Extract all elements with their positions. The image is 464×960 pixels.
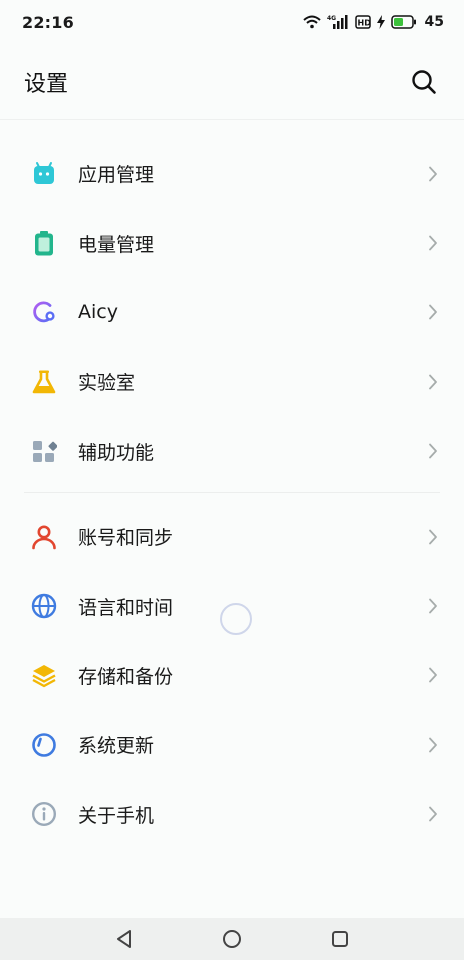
svg-text:4G: 4G [327,15,336,22]
svg-text:HD: HD [357,19,371,28]
chevron-right-icon [426,374,440,390]
page-title: 设置 [24,71,69,97]
layers-icon [31,662,57,688]
account-icon [31,524,57,550]
section-divider [24,492,440,493]
settings-item-battery[interactable]: 电量管理 [0,208,464,277]
loading-spinner [220,603,252,635]
search-icon [412,69,436,94]
home-circle-icon [223,930,241,948]
update-icon [31,732,57,758]
chevron-right-icon [426,166,440,182]
hd-call-icon: HD [354,15,371,29]
chevron-right-icon [426,235,440,251]
battery-icon [31,230,57,256]
settings-group-1: 应用管理 电量管理 Aicy 实验室 辅助功能 [0,139,464,486]
chevron-right-icon [426,668,440,683]
chevron-right-icon [426,305,440,320]
status-icons: 4G HD 45 [302,14,444,30]
aicy-icon [31,299,57,325]
settings-screen: 22:16 4G HD 45 设置 应用管理 电量管理 Aicy 实验室 辅助功… [0,0,464,960]
cellular-signal-icon: 4G [327,14,349,30]
settings-item-label: 实验室 [78,372,136,395]
back-triangle-icon [117,930,131,948]
status-time: 22:16 [22,12,74,32]
settings-item-about-phone[interactable]: 关于手机 [0,780,464,849]
chevron-right-icon [426,737,440,753]
settings-item-label: 系统更新 [78,735,155,758]
search-button[interactable] [408,66,440,98]
chevron-right-icon [426,806,440,822]
battery-icon [390,15,417,29]
settings-group-2: 账号和同步 语言和时间 存储和备份 系统更新 关于手机 [0,502,464,849]
wifi-icon [302,15,321,29]
settings-item-label: 语言和时间 [78,596,174,619]
globe-icon [31,593,57,619]
settings-item-lab[interactable]: 实验室 [0,347,464,416]
settings-item-label: Aicy [78,301,118,324]
recents-square-icon [332,931,348,947]
settings-item-storage-backup[interactable]: 存储和备份 [0,641,464,710]
navigation-bar [0,918,464,960]
settings-item-label: 电量管理 [78,233,155,256]
recents-button[interactable] [328,927,352,951]
settings-item-label: 关于手机 [78,804,155,827]
status-bar: 22:16 4G HD 45 [0,0,464,44]
back-button[interactable] [112,927,136,951]
app-android-icon [31,161,57,187]
battery-level: 45 [424,14,444,30]
settings-item-label: 应用管理 [78,164,155,187]
accessibility-grid-icon [31,438,57,464]
flask-icon [31,369,57,395]
chevron-right-icon [426,443,440,459]
settings-item-label: 存储和备份 [78,665,174,688]
chevron-right-icon [426,529,440,545]
settings-item-account-sync[interactable]: 账号和同步 [0,502,464,571]
charging-bolt-icon [376,15,385,29]
settings-item-label: 辅助功能 [78,441,155,464]
info-icon [31,801,57,827]
settings-item-label: 账号和同步 [78,527,174,550]
settings-item-accessibility[interactable]: 辅助功能 [0,417,464,486]
header: 设置 [0,44,464,120]
settings-item-aicy[interactable]: Aicy [0,278,464,347]
home-button[interactable] [220,927,244,951]
settings-item-app-management[interactable]: 应用管理 [0,139,464,208]
settings-item-system-update[interactable]: 系统更新 [0,710,464,779]
chevron-right-icon [426,598,440,614]
